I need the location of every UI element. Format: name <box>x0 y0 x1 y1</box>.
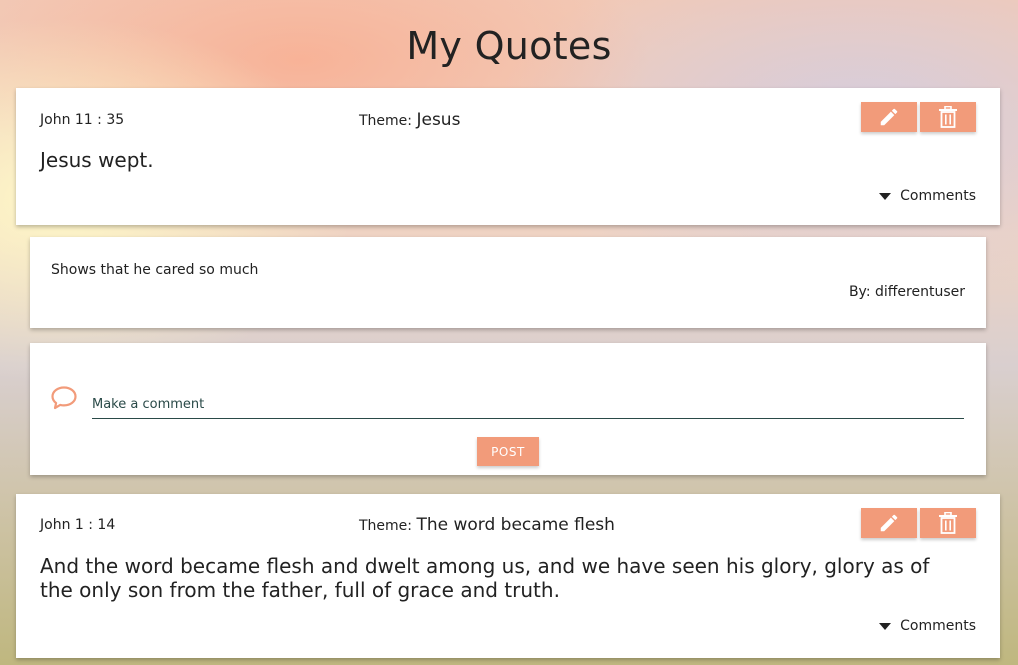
theme-label: Theme: <box>359 518 413 534</box>
caret-down-icon <box>879 192 892 200</box>
comments-label: Comments <box>900 618 976 634</box>
comment-input[interactable] <box>92 390 964 419</box>
quote-reference: John 1 : 14 <box>40 517 116 533</box>
theme-label: Theme: <box>359 113 413 129</box>
post-button[interactable]: POST <box>477 437 539 466</box>
delete-button[interactable] <box>920 508 976 538</box>
theme-value: The word became flesh <box>416 515 615 535</box>
quote-card: John 1 : 14 Theme: The word became flesh… <box>16 494 1000 658</box>
pencil-icon <box>880 514 898 532</box>
quote-text: And the word became flesh and dwelt amon… <box>40 554 930 602</box>
comment-author: By: differentuser <box>848 284 965 300</box>
caret-down-icon <box>879 622 892 630</box>
comments-toggle[interactable]: Comments <box>879 188 976 204</box>
quote-reference: John 11 : 35 <box>40 112 125 128</box>
edit-button[interactable] <box>861 508 917 538</box>
trash-icon <box>939 512 957 534</box>
quote-text: Jesus wept. <box>40 148 154 172</box>
page-title: My Quotes <box>406 24 612 68</box>
comments-toggle[interactable]: Comments <box>879 618 976 634</box>
pencil-icon <box>880 108 898 126</box>
new-comment-card: POST <box>30 343 986 475</box>
speech-bubble-icon <box>51 386 77 410</box>
quote-theme: Theme: Jesus <box>359 110 460 130</box>
quote-card: John 11 : 35 Theme: Jesus Jesus wept. Co… <box>16 88 1000 225</box>
comment-card: Shows that he cared so much By: differen… <box>30 237 986 328</box>
delete-button[interactable] <box>920 102 976 132</box>
quote-theme: Theme: The word became flesh <box>359 515 615 535</box>
theme-value: Jesus <box>416 110 461 130</box>
comment-text: Shows that he cared so much <box>51 262 259 278</box>
comments-label: Comments <box>900 188 976 204</box>
trash-icon <box>939 106 957 128</box>
edit-button[interactable] <box>861 102 917 132</box>
